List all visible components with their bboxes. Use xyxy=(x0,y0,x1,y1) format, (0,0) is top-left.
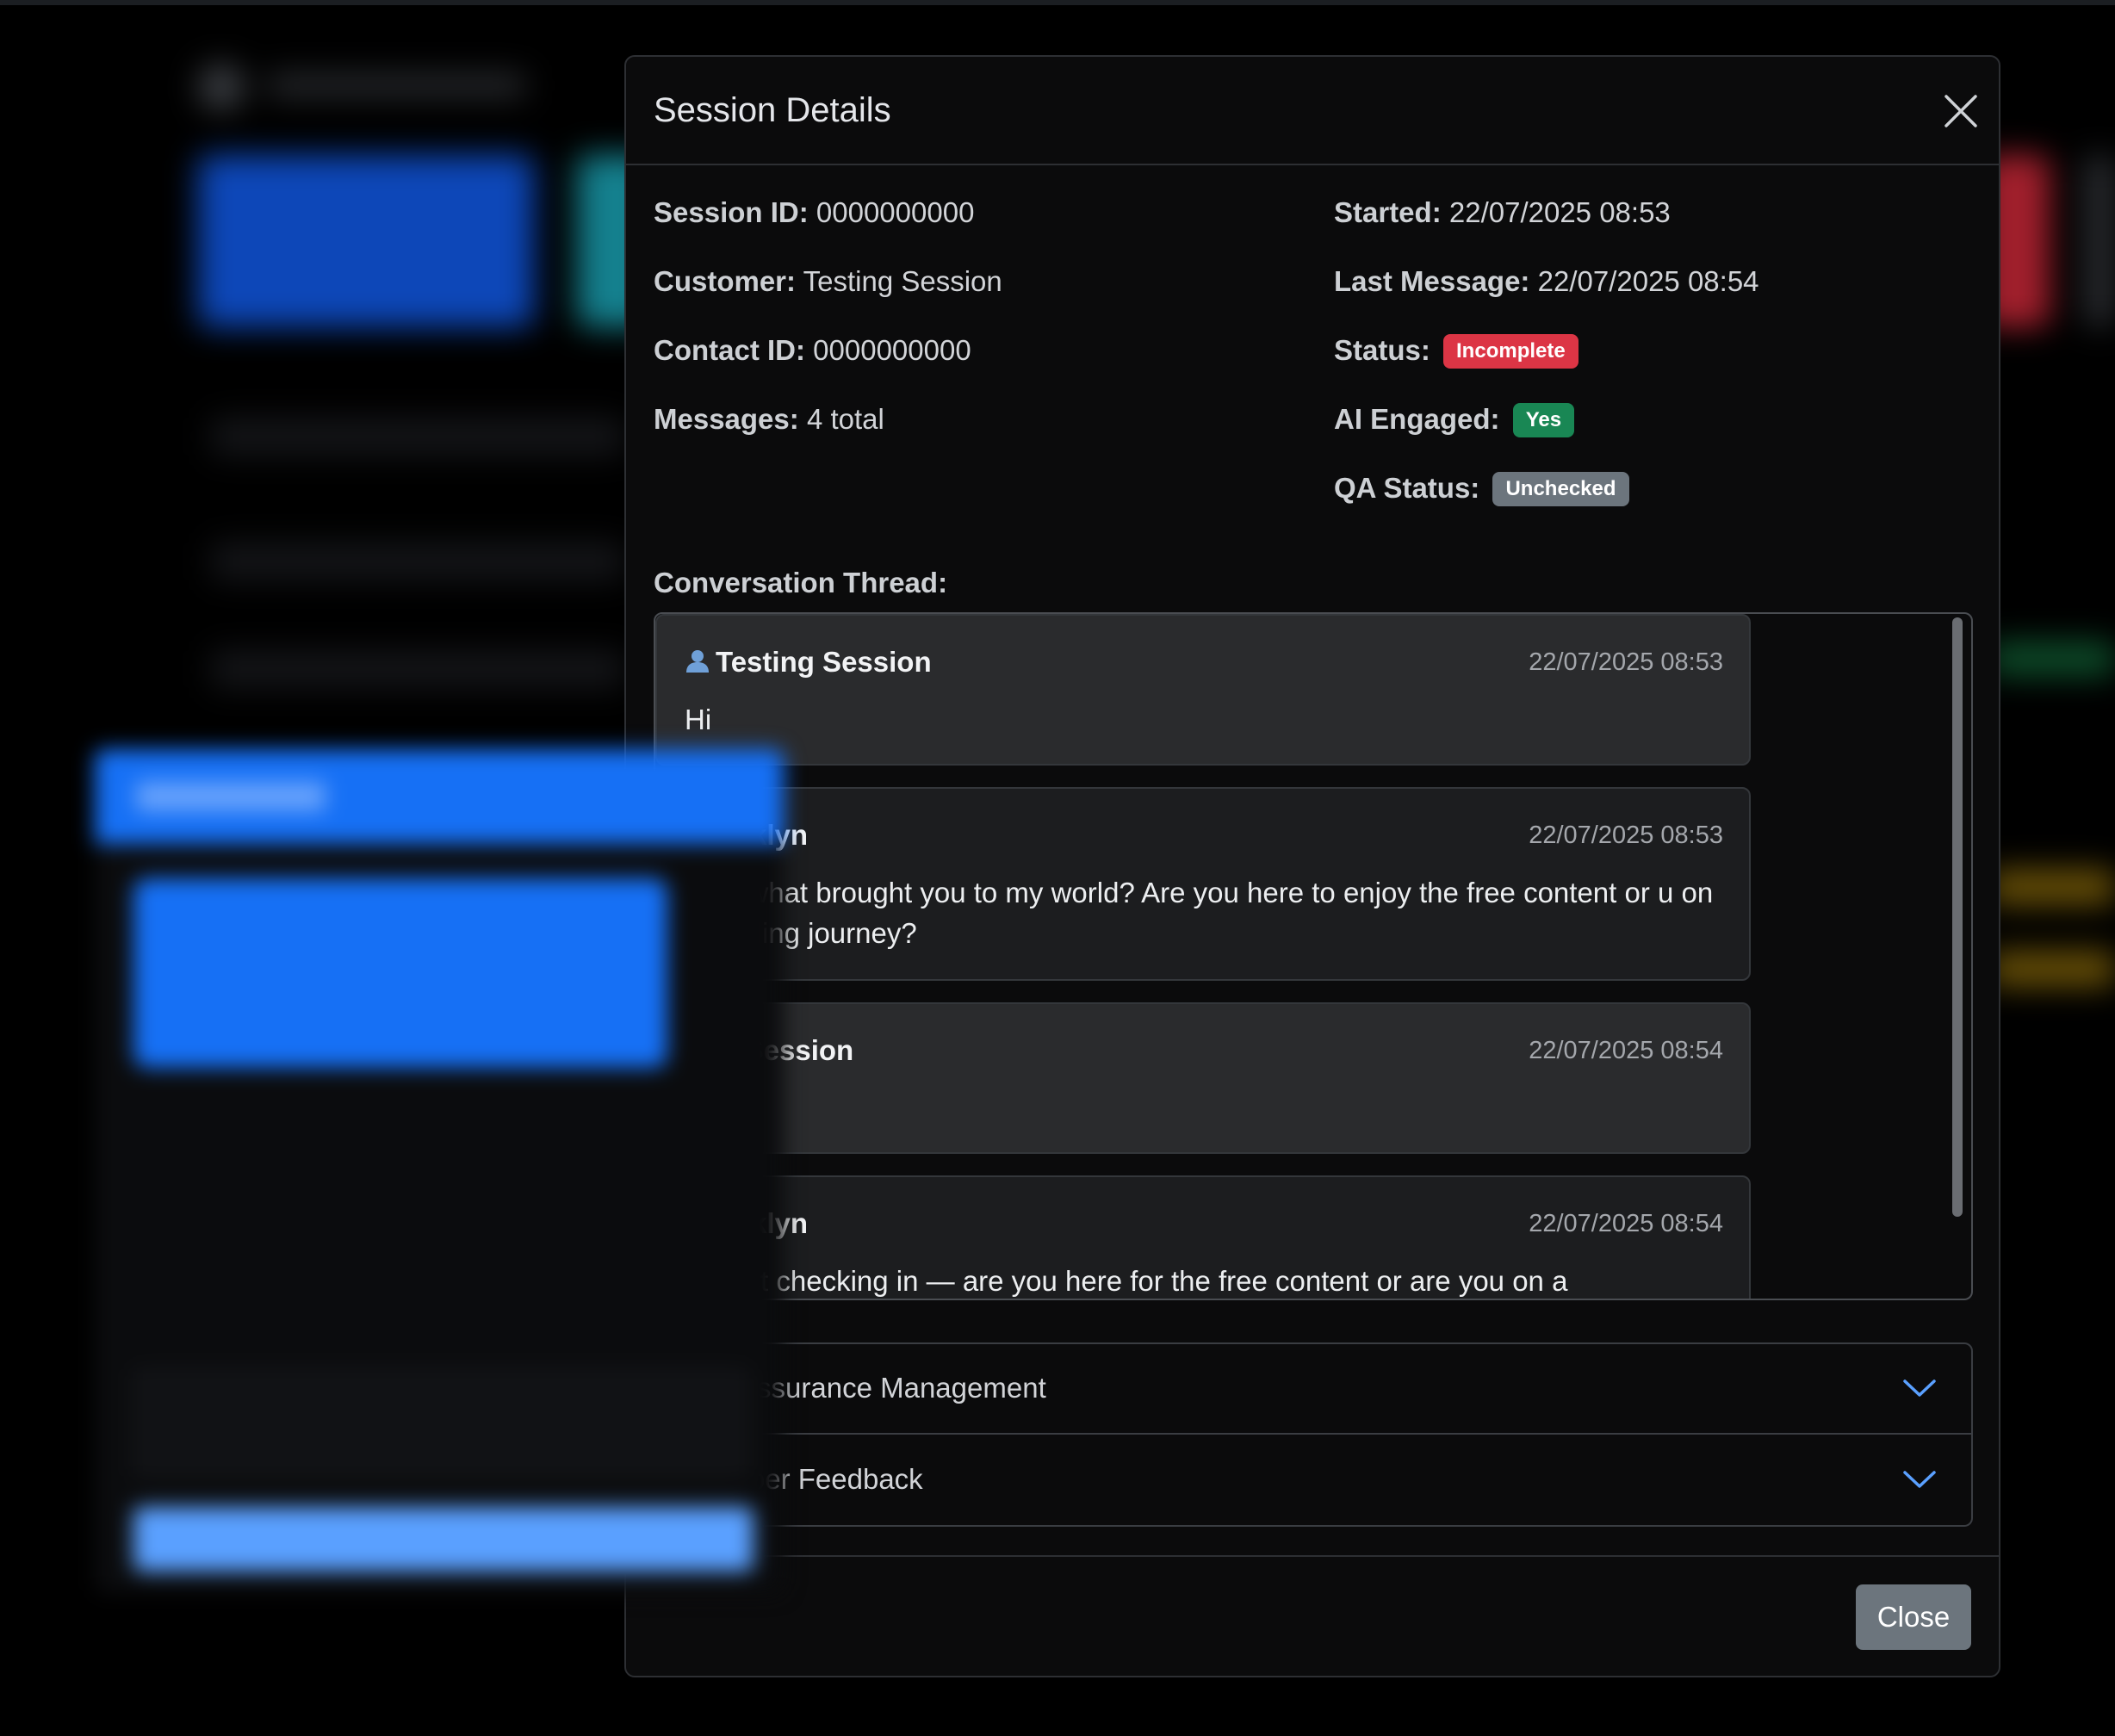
ai-engaged-label: AI Engaged: xyxy=(1334,403,1500,435)
ai-engaged-badge: Yes xyxy=(1512,403,1575,437)
conversation-thread-label: Conversation Thread: xyxy=(654,567,948,598)
session-id-row: Session ID: 0000000000 xyxy=(654,196,974,229)
last-message-value: 22/07/2025 08:54 xyxy=(1537,265,1759,297)
message-item: Testing Session 22/07/2025 08:53 Hi xyxy=(655,614,1751,766)
customer-row: Customer: Testing Session xyxy=(654,265,1002,298)
accordion: ality Assurance Management eveloper Feed… xyxy=(654,1342,1973,1527)
started-value: 22/07/2025 08:53 xyxy=(1448,196,1671,228)
message-sender: Testing Session xyxy=(685,646,932,679)
chat-widget-bubble xyxy=(133,878,667,1068)
accordion-developer-feedback[interactable]: eveloper Feedback xyxy=(655,1435,1971,1526)
message-sender-name: Testing Session xyxy=(716,646,932,678)
background-stripe-yellow xyxy=(1989,870,2115,904)
session-id-label: Session ID: xyxy=(654,196,809,228)
qa-status-row: QA Status: Unchecked xyxy=(1334,472,1629,506)
messages-value: 4 total xyxy=(806,403,884,435)
message-item: Brooklyn 22/07/2025 08:53 abe, what brou… xyxy=(655,787,1751,981)
chat-widget-header xyxy=(95,749,784,844)
contact-id-label: Contact ID: xyxy=(654,334,805,366)
modal-header: Session Details xyxy=(626,57,1999,165)
message-text: n! Just checking in — are you here for t… xyxy=(685,1265,1568,1297)
message-time: 22/07/2025 08:54 xyxy=(1529,1210,1723,1237)
close-icon[interactable] xyxy=(1941,91,1981,131)
background-card-gray xyxy=(2084,155,2115,327)
background-stripe-yellow xyxy=(1989,952,2115,986)
status-label: Status: xyxy=(1334,334,1430,366)
message-item: ting Session 22/07/2025 08:54 xyxy=(655,1002,1751,1154)
status-row: Status: Incomplete xyxy=(1334,334,1578,369)
chevron-down-icon xyxy=(1903,1471,1936,1488)
message-text: Hi xyxy=(685,704,712,735)
message-time: 22/07/2025 08:54 xyxy=(1529,1037,1723,1064)
contact-id-row: Contact ID: 0000000000 xyxy=(654,334,971,367)
background-stripe-green xyxy=(1989,642,2115,676)
started-row: Started: 22/07/2025 08:53 xyxy=(1334,196,1671,229)
session-id-value: 0000000000 xyxy=(816,196,975,228)
thread-scrollbar[interactable] xyxy=(1944,617,1970,1295)
message-time: 22/07/2025 08:53 xyxy=(1529,648,1723,676)
contact-id-value: 0000000000 xyxy=(813,334,971,366)
message-text: abe, what brought you to my world? Are y… xyxy=(685,877,1714,949)
customer-value: Testing Session xyxy=(803,265,1002,297)
ai-engaged-row: AI Engaged: Yes xyxy=(1334,403,1575,437)
modal-footer: Close xyxy=(626,1555,1999,1679)
qa-status-badge: Unchecked xyxy=(1492,472,1629,506)
chat-widget-blurred xyxy=(95,749,784,1593)
customer-label: Customer: xyxy=(654,265,797,297)
started-label: Started: xyxy=(1334,196,1442,228)
last-message-row: Last Message: 22/07/2025 08:54 xyxy=(1334,265,1759,298)
conversation-thread[interactable]: Testing Session 22/07/2025 08:53 Hi Broo… xyxy=(654,612,1973,1300)
background-card-blue xyxy=(198,155,534,327)
background-logo xyxy=(198,59,543,110)
modal-title: Session Details xyxy=(654,91,891,129)
status-badge: Incomplete xyxy=(1443,334,1578,369)
background-row xyxy=(211,650,624,688)
chat-widget-input xyxy=(133,1369,748,1476)
message-time: 22/07/2025 08:53 xyxy=(1529,822,1723,849)
qa-status-label: QA Status: xyxy=(1334,472,1480,504)
session-details-modal: Session Details Session ID: 0000000000 C… xyxy=(624,55,2000,1677)
message-item: Brooklyn 22/07/2025 08:54 n! Just checki… xyxy=(655,1175,1751,1299)
person-icon xyxy=(686,650,709,673)
scrollbar-thumb[interactable] xyxy=(1952,617,1963,1217)
last-message-label: Last Message: xyxy=(1334,265,1530,297)
background-row xyxy=(211,418,624,456)
accordion-qa-management[interactable]: ality Assurance Management xyxy=(655,1344,1971,1435)
close-button[interactable]: Close xyxy=(1856,1584,1971,1650)
messages-row: Messages: 4 total xyxy=(654,403,884,436)
chevron-down-icon xyxy=(1903,1380,1936,1397)
messages-label: Messages: xyxy=(654,403,799,435)
chat-widget-send xyxy=(133,1507,754,1572)
background-row xyxy=(211,542,624,580)
